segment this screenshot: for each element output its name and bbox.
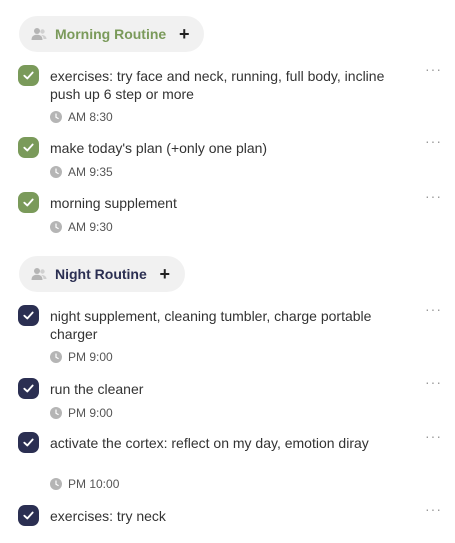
task-item: make today's plan (+only one plan) AM 9:… <box>18 134 443 179</box>
task-time: AM 9:35 <box>50 165 113 179</box>
more-options-button[interactable]: ··· <box>425 62 443 77</box>
clock-icon <box>50 166 62 178</box>
checkmark-icon <box>23 198 34 207</box>
night-routine-header[interactable]: Night Routine + <box>19 256 185 292</box>
more-options-button[interactable]: ··· <box>425 502 443 517</box>
more-options-button[interactable]: ··· <box>425 134 443 149</box>
checkmark-icon <box>23 511 34 520</box>
more-options-button[interactable]: ··· <box>425 302 443 317</box>
task-checkbox[interactable] <box>18 192 39 213</box>
task-time-label: PM 10:00 <box>68 477 120 491</box>
checkmark-icon <box>23 311 34 320</box>
task-checkbox[interactable] <box>18 137 39 158</box>
clock-icon <box>50 478 62 490</box>
clock-icon <box>50 111 62 123</box>
task-text[interactable]: night supplement, cleaning tumbler, char… <box>50 307 418 343</box>
task-text[interactable]: exercises: try face and neck, running, f… <box>50 67 418 103</box>
clock-icon <box>50 351 62 363</box>
more-options-button[interactable]: ··· <box>425 429 443 444</box>
task-time: PM 9:00 <box>50 406 113 420</box>
add-morning-task-button[interactable]: + <box>174 24 194 44</box>
checkmark-icon <box>23 438 34 447</box>
person-icon <box>31 28 47 40</box>
task-time-label: AM 8:30 <box>68 110 113 124</box>
checkmark-icon <box>23 384 34 393</box>
task-text[interactable]: morning supplement <box>50 194 418 212</box>
task-item: exercises: try face and neck, running, f… <box>18 62 443 125</box>
task-checkbox[interactable] <box>18 378 39 399</box>
task-text[interactable]: activate the cortex: reflect on my day, … <box>50 434 418 452</box>
night-routine-title: Night Routine <box>55 266 147 282</box>
morning-routine-title: Morning Routine <box>55 26 167 42</box>
task-text[interactable]: run the cleaner <box>50 380 418 398</box>
task-item: activate the cortex: reflect on my day, … <box>18 429 443 492</box>
morning-routine-header[interactable]: Morning Routine + <box>19 16 205 52</box>
more-options-button[interactable]: ··· <box>425 189 443 204</box>
task-time-label: PM 9:00 <box>68 406 113 420</box>
more-options-button[interactable]: ··· <box>425 375 443 390</box>
clock-icon <box>50 221 62 233</box>
task-text[interactable]: make today's plan (+only one plan) <box>50 139 418 157</box>
task-item: night supplement, cleaning tumbler, char… <box>18 302 443 365</box>
task-item: morning supplement AM 9:30 ··· <box>18 189 443 234</box>
task-checkbox[interactable] <box>18 305 39 326</box>
task-time-label: AM 9:30 <box>68 220 113 234</box>
task-time-label: PM 9:00 <box>68 350 113 364</box>
task-item: run the cleaner PM 9:00 ··· <box>18 375 443 420</box>
checkmark-icon <box>23 71 34 80</box>
task-text[interactable]: exercises: try neck <box>50 507 418 525</box>
task-item: exercises: try neck ··· <box>18 502 443 535</box>
person-icon <box>31 268 47 280</box>
task-time: AM 9:30 <box>50 220 113 234</box>
task-time: PM 9:00 <box>50 350 113 364</box>
task-time-label: AM 9:35 <box>68 165 113 179</box>
task-checkbox[interactable] <box>18 65 39 86</box>
add-night-task-button[interactable]: + <box>155 264 175 284</box>
checkmark-icon <box>23 143 34 152</box>
task-checkbox[interactable] <box>18 505 39 526</box>
clock-icon <box>50 407 62 419</box>
task-checkbox[interactable] <box>18 432 39 453</box>
task-time: AM 8:30 <box>50 110 113 124</box>
task-time: PM 10:00 <box>50 477 119 491</box>
